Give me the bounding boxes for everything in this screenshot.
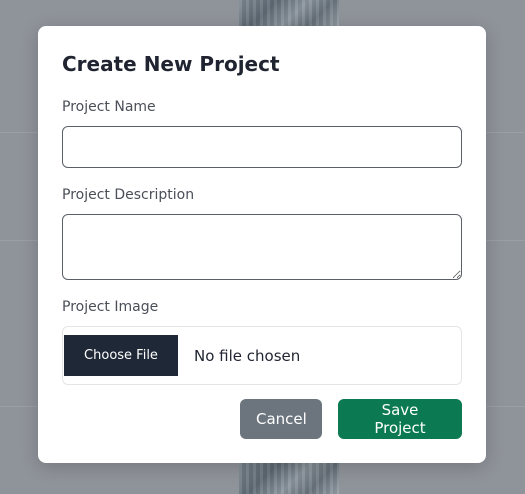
project-description-label: Project Description	[62, 187, 195, 203]
file-input[interactable]: Choose File No file chosen	[62, 326, 462, 385]
file-status-text: No file chosen	[194, 346, 301, 365]
choose-file-button[interactable]: Choose File	[64, 335, 178, 376]
project-name-group: Project Name	[62, 98, 462, 168]
background-thumbnail	[239, 0, 339, 26]
project-name-input[interactable]	[62, 126, 462, 168]
dialog-actions: Cancel Save Project	[240, 399, 462, 439]
dialog-title: Create New Project	[62, 52, 280, 76]
project-name-label: Project Name	[62, 99, 156, 115]
cancel-button[interactable]: Cancel	[240, 399, 322, 439]
project-description-group: Project Description	[62, 186, 462, 280]
project-image-label: Project Image	[62, 299, 159, 315]
create-project-dialog: Create New Project Project Name Project …	[38, 26, 486, 463]
save-project-button[interactable]: Save Project	[338, 399, 462, 439]
project-image-group: Project Image Choose File No file chosen	[62, 298, 462, 385]
project-description-textarea[interactable]	[62, 214, 462, 280]
background-thumbnail	[239, 463, 339, 494]
